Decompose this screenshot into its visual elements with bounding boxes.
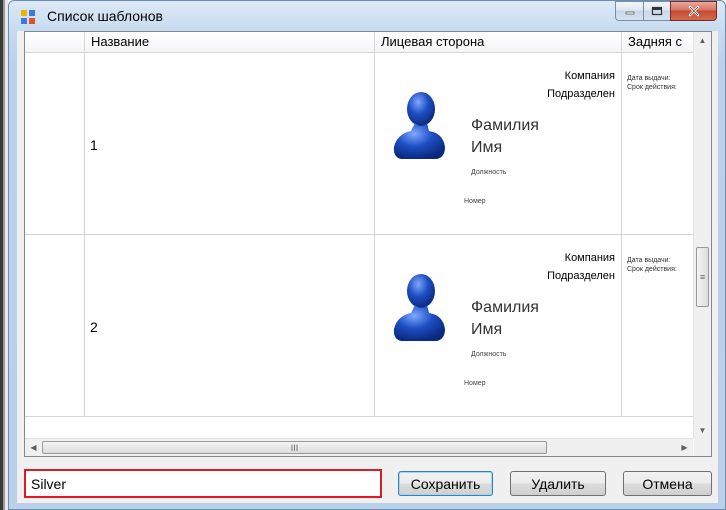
card-name: Фамилия Имя bbox=[471, 299, 539, 338]
table-row[interactable]: 2 bbox=[85, 235, 375, 417]
row-header[interactable] bbox=[25, 235, 85, 417]
minimize-icon bbox=[625, 11, 634, 15]
horizontal-scrollbar[interactable]: ◀ III ▶ bbox=[25, 438, 693, 456]
scroll-up-arrow-icon[interactable]: ▲ bbox=[694, 32, 711, 49]
templates-grid[interactable]: Название Лицевая сторона Задняя с 1 Комп… bbox=[24, 31, 712, 457]
column-header-name[interactable]: Название bbox=[85, 32, 375, 53]
table-row[interactable]: 1 bbox=[85, 53, 375, 235]
back-issue-date: Дата выдачи: bbox=[627, 257, 671, 264]
card-number: Номер bbox=[464, 198, 486, 205]
card-company: Компания Подразделен bbox=[547, 70, 615, 100]
front-side-preview[interactable]: Компания Подразделен Фамилия Имя Должнос… bbox=[375, 235, 622, 417]
window-title: Список шаблонов bbox=[47, 8, 163, 24]
front-side-preview[interactable]: Компания Подразделен Фамилия Имя Должнос… bbox=[375, 53, 622, 235]
column-header-back[interactable]: Задняя с bbox=[622, 32, 702, 53]
column-header-front[interactable]: Лицевая сторона bbox=[375, 32, 622, 53]
maximize-button[interactable] bbox=[643, 1, 670, 21]
back-valid-until: Срок действия: bbox=[627, 266, 677, 273]
person-avatar-icon bbox=[393, 92, 445, 159]
card-number: Номер bbox=[464, 380, 486, 387]
back-issue-date: Дата выдачи: bbox=[627, 75, 671, 82]
horizontal-scroll-thumb[interactable]: III bbox=[42, 441, 547, 454]
vertical-scrollbar[interactable]: ▲ ≡ ▼ bbox=[693, 32, 711, 439]
card-name: Фамилия Имя bbox=[471, 117, 539, 156]
row-header-corner bbox=[25, 32, 85, 53]
row-header[interactable] bbox=[25, 53, 85, 235]
footer-bar: Сохранить Удалить Отмена bbox=[17, 469, 718, 499]
scroll-right-arrow-icon[interactable]: ▶ bbox=[676, 439, 693, 456]
grip-icon: III bbox=[290, 442, 299, 453]
delete-button[interactable]: Удалить bbox=[510, 471, 606, 496]
scroll-left-arrow-icon[interactable]: ◀ bbox=[25, 439, 42, 456]
cancel-button[interactable]: Отмена bbox=[623, 471, 712, 496]
back-side-preview[interactable]: Дата выдачи: Срок действия: bbox=[622, 235, 702, 417]
card-company: Компания Подразделен bbox=[547, 252, 615, 282]
close-icon bbox=[688, 5, 699, 17]
person-avatar-icon bbox=[393, 274, 445, 341]
background-window-edge bbox=[0, 0, 8, 510]
card-position: Должность bbox=[471, 169, 507, 176]
scroll-down-arrow-icon[interactable]: ▼ bbox=[694, 422, 711, 439]
row-name-cell: 1 bbox=[90, 137, 98, 153]
maximize-icon bbox=[651, 6, 663, 16]
title-bar[interactable]: Список шаблонов bbox=[9, 1, 725, 31]
save-button[interactable]: Сохранить bbox=[398, 471, 493, 496]
back-side-preview[interactable]: Дата выдачи: Срок действия: bbox=[622, 53, 702, 235]
caption-buttons bbox=[615, 1, 717, 21]
template-name-input[interactable] bbox=[24, 469, 382, 498]
back-valid-until: Срок действия: bbox=[627, 84, 677, 91]
templates-dialog: Список шаблонов Название Лицевая сторона… bbox=[8, 0, 726, 510]
row-name-cell: 2 bbox=[90, 319, 98, 335]
close-button[interactable] bbox=[670, 1, 717, 21]
scrollbar-corner bbox=[694, 439, 711, 456]
minimize-button[interactable] bbox=[615, 1, 643, 21]
dialog-client-area: Название Лицевая сторона Задняя с 1 Комп… bbox=[17, 31, 718, 503]
card-position: Должность bbox=[471, 351, 507, 358]
grip-icon: ≡ bbox=[699, 272, 706, 282]
vertical-scroll-thumb[interactable]: ≡ bbox=[696, 247, 709, 307]
app-icon bbox=[21, 10, 37, 24]
